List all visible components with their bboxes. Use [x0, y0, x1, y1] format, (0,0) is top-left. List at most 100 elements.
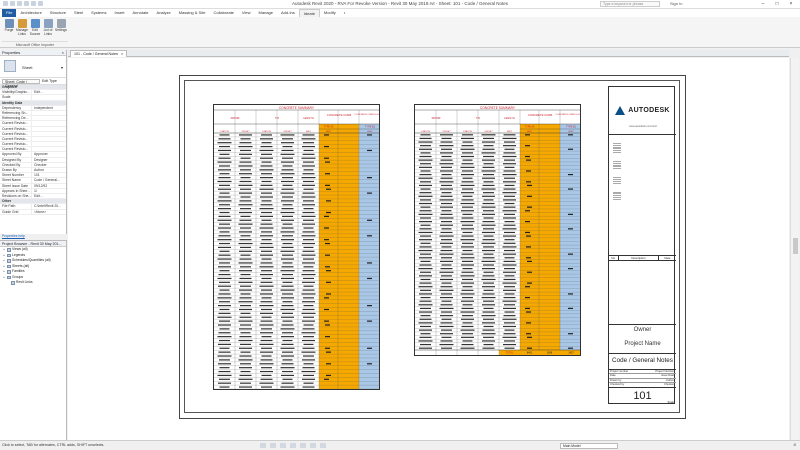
property-value[interactable] [32, 137, 66, 141]
search-input[interactable]: Type a keyword or phrase [600, 1, 660, 7]
property-value[interactable] [32, 132, 66, 136]
cell-value [441, 282, 452, 284]
maximize-icon[interactable]: □ [770, 0, 784, 8]
property-value[interactable] [32, 111, 66, 115]
cell-value [303, 227, 314, 229]
property-value[interactable]: <None> [32, 210, 66, 214]
property-value[interactable]: ☑ [32, 189, 66, 193]
properties-help-link[interactable]: Properties help [2, 234, 25, 238]
sheet-number: 101 Scale [609, 387, 676, 405]
property-value[interactable]: 09/12/92 [32, 184, 66, 188]
property-value[interactable] [32, 95, 66, 99]
tab-systems[interactable]: Systems [87, 9, 110, 17]
folder-icon [7, 275, 11, 279]
cell-value [441, 264, 452, 266]
property-value[interactable]: Approver [32, 152, 66, 156]
property-key: Approved By [0, 152, 32, 157]
cell-value [462, 213, 473, 215]
cell-value [462, 159, 473, 161]
cell-value [281, 324, 294, 326]
cell-value [281, 355, 294, 357]
cell-value [483, 163, 494, 165]
tab-structure[interactable]: Structure [46, 9, 70, 17]
browser-item[interactable]: Revit Links [0, 280, 66, 286]
tab-steel[interactable]: Steel [70, 9, 87, 17]
cell-value [239, 192, 252, 194]
cell-value [481, 188, 496, 190]
close-icon[interactable]: × [784, 0, 798, 8]
property-value[interactable]: Independent [32, 106, 66, 110]
property-value[interactable]: Edit... [32, 90, 66, 94]
close-icon[interactable]: × [62, 50, 64, 55]
property-value[interactable]: Edit... [32, 194, 66, 198]
view-controls[interactable] [260, 443, 326, 448]
concrete-summary-schedule-left[interactable]: CONCRETE SUMMARY FROM TO LENGTH CONCRETE CUR… [213, 104, 380, 390]
cell-value [240, 351, 251, 353]
cell-value [367, 347, 372, 349]
subheader-type-b1: TYPE B1 [365, 126, 376, 129]
cell-value [281, 305, 294, 307]
sign-in-button[interactable]: Sign In [670, 1, 682, 6]
tab-analyze[interactable]: Analyze [153, 9, 175, 17]
cell-value [420, 315, 431, 317]
tab--[interactable]: • [340, 9, 349, 17]
close-icon[interactable]: × [121, 51, 123, 57]
cell-value [461, 137, 474, 140]
property-value[interactable]: 101 [32, 173, 66, 177]
cell-value [460, 347, 475, 349]
cell-value [303, 277, 314, 280]
instance-filter[interactable]: Sheet: Code / General [2, 78, 40, 88]
cell-value [441, 275, 452, 277]
property-value[interactable] [32, 116, 66, 120]
edit-type-button[interactable]: Edit Type [42, 79, 57, 83]
type-selector[interactable]: Sheet ▾ [0, 56, 66, 78]
cell-value [302, 153, 315, 155]
tab-insert[interactable]: Insert [111, 9, 129, 17]
cell-value [418, 141, 433, 143]
tab-view[interactable]: View [238, 9, 255, 17]
list-of-links-button[interactable]: List of Links [42, 19, 54, 36]
active-model-select[interactable]: Main Model [560, 442, 618, 449]
property-value[interactable]: C:\Intel\Revit 20... [32, 204, 66, 208]
cell-value [504, 231, 515, 234]
edit-source-button[interactable]: Edit Source [29, 19, 41, 36]
property-value[interactable] [32, 121, 66, 125]
cell-value [439, 217, 454, 219]
property-value[interactable]: Designer [32, 158, 66, 162]
tab-sheet-101[interactable]: 101 - Code / General Notes × [70, 50, 128, 57]
chevron-down-icon[interactable]: ▾ [61, 65, 63, 70]
tab-ideate[interactable]: Ideate [298, 9, 320, 17]
cell-value [302, 301, 315, 303]
property-value[interactable] [32, 142, 66, 146]
property-value[interactable] [32, 127, 66, 131]
concrete-summary-schedule-right[interactable]: CONCRETE SUMMARY FROM TO LENGTH CONCRETE CUR… [414, 104, 581, 356]
cell-value [325, 242, 330, 245]
tab-collaborate[interactable]: Collaborate [209, 9, 237, 17]
column-header-curb: CONCRETE CURB [528, 113, 553, 117]
cell-value [219, 386, 230, 388]
purge-button[interactable]: Purge [3, 19, 15, 33]
tab-file[interactable]: File [2, 9, 17, 17]
minimize-icon[interactable]: – [756, 0, 770, 8]
tab-massing-site[interactable]: Massing & Site [175, 9, 210, 17]
cell-value [460, 166, 475, 168]
manage-links-button[interactable]: Manage Links [16, 19, 28, 36]
cell-value [460, 257, 475, 259]
property-value[interactable]: Author [32, 168, 66, 172]
vertical-scrollbar[interactable] [790, 58, 799, 440]
property-value[interactable] [32, 147, 66, 151]
tab-modify[interactable]: Modify [320, 9, 340, 17]
tab-add-ins[interactable]: Add-Ins [277, 9, 299, 17]
settings-button[interactable]: Settings [55, 19, 67, 33]
tab-manage[interactable]: Manage [255, 9, 277, 17]
scroll-thumb[interactable] [793, 238, 798, 254]
button-label: Settings [55, 28, 67, 32]
cell-value [238, 262, 253, 264]
cell-value [261, 219, 272, 221]
cell-value [441, 137, 452, 140]
property-value[interactable]: Code / General... [32, 178, 66, 182]
tab-annotate[interactable]: Annotate [129, 9, 153, 17]
property-value[interactable]: Checker [32, 163, 66, 167]
tab-architecture[interactable]: Architecture [16, 9, 45, 17]
expand-icon[interactable]: + [2, 275, 6, 281]
